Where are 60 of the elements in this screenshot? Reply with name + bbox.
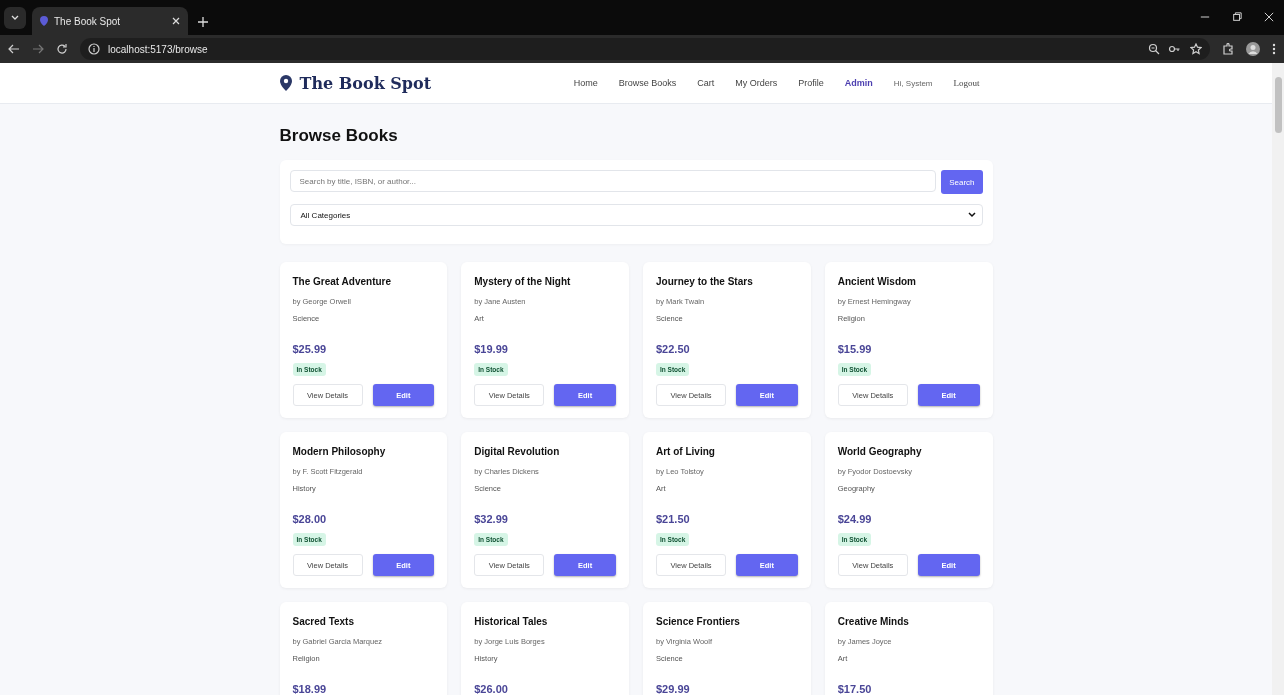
book-price: $26.00 [474, 683, 509, 695]
book-title: Journey to the Stars [656, 276, 754, 287]
tab-title: The Book Spot [54, 15, 122, 27]
nav-link[interactable]: Home [573, 78, 598, 88]
scrollbar-thumb[interactable] [1274, 77, 1282, 133]
book-title: The Great Adventure [292, 276, 393, 287]
book-price: $28.00 [292, 513, 328, 525]
book-title: Ancient Wisdom [837, 276, 917, 287]
book-price: $22.50 [656, 343, 691, 355]
book-title: Modern Philosophy [292, 446, 387, 457]
forward-icon[interactable] [32, 43, 44, 55]
star-icon[interactable] [1190, 43, 1202, 55]
chevron-down-icon [11, 15, 19, 21]
tab-search-button[interactable] [4, 7, 26, 29]
url-text[interactable]: localhost:5173/browse [108, 43, 208, 55]
back-icon[interactable] [8, 43, 20, 55]
nav-link[interactable]: My Orders [735, 78, 778, 88]
book-price: $29.99 [656, 683, 691, 695]
menu-icon[interactable] [1272, 43, 1276, 55]
page-title: Browse Books [279, 126, 399, 146]
book-price: $32.99 [474, 513, 509, 525]
book-price: $21.50 [656, 513, 691, 525]
book-price: $24.99 [837, 513, 873, 525]
nav-link[interactable]: Cart [697, 78, 715, 88]
book-title: Historical Tales [474, 616, 549, 627]
brand-name[interactable]: The Book Spot [299, 73, 432, 93]
book-title: Science Frontiers [656, 616, 741, 627]
new-tab-icon[interactable] [198, 17, 208, 27]
nav-link[interactable]: Browse Books [618, 78, 677, 88]
book-title: Sacred Texts [292, 616, 355, 627]
logout-link[interactable]: Logout [953, 78, 980, 88]
chevron-down-icon [967, 212, 976, 218]
book-title: Creative Minds [837, 616, 910, 627]
book-title: Digital Revolution [474, 446, 561, 457]
book-title: Art of Living [656, 446, 716, 457]
avatar-icon[interactable] [1246, 42, 1260, 56]
zoom-icon[interactable] [1148, 43, 1160, 55]
browser-tab[interactable]: The Book Spot [32, 7, 188, 35]
nav-link[interactable]: Admin [844, 78, 873, 88]
book-price: $15.99 [837, 343, 873, 355]
nav-link[interactable]: Profile [798, 78, 824, 88]
book-title: World Geography [837, 446, 923, 457]
book-price: $19.99 [474, 343, 509, 355]
book-price: $17.50 [837, 683, 873, 695]
location-pin-icon [40, 16, 48, 26]
book-price: $25.99 [292, 343, 328, 355]
key-icon[interactable] [1168, 43, 1182, 55]
close-icon[interactable] [1264, 12, 1274, 22]
info-icon[interactable] [88, 43, 100, 55]
book-title: Mystery of the Night [474, 276, 572, 287]
search-field[interactable]: Search by title, ISBN, or author... [289, 170, 937, 192]
search-button[interactable]: Search [941, 170, 983, 194]
book-price: $18.99 [292, 683, 328, 695]
user-greeting: Hi, System [893, 78, 933, 88]
close-icon[interactable] [172, 17, 180, 25]
restore-icon[interactable] [1232, 12, 1242, 22]
category-select[interactable]: All Categories [289, 204, 983, 226]
puzzle-icon[interactable] [1222, 43, 1234, 55]
reload-icon[interactable] [56, 43, 68, 55]
location-pin-icon [279, 75, 292, 91]
